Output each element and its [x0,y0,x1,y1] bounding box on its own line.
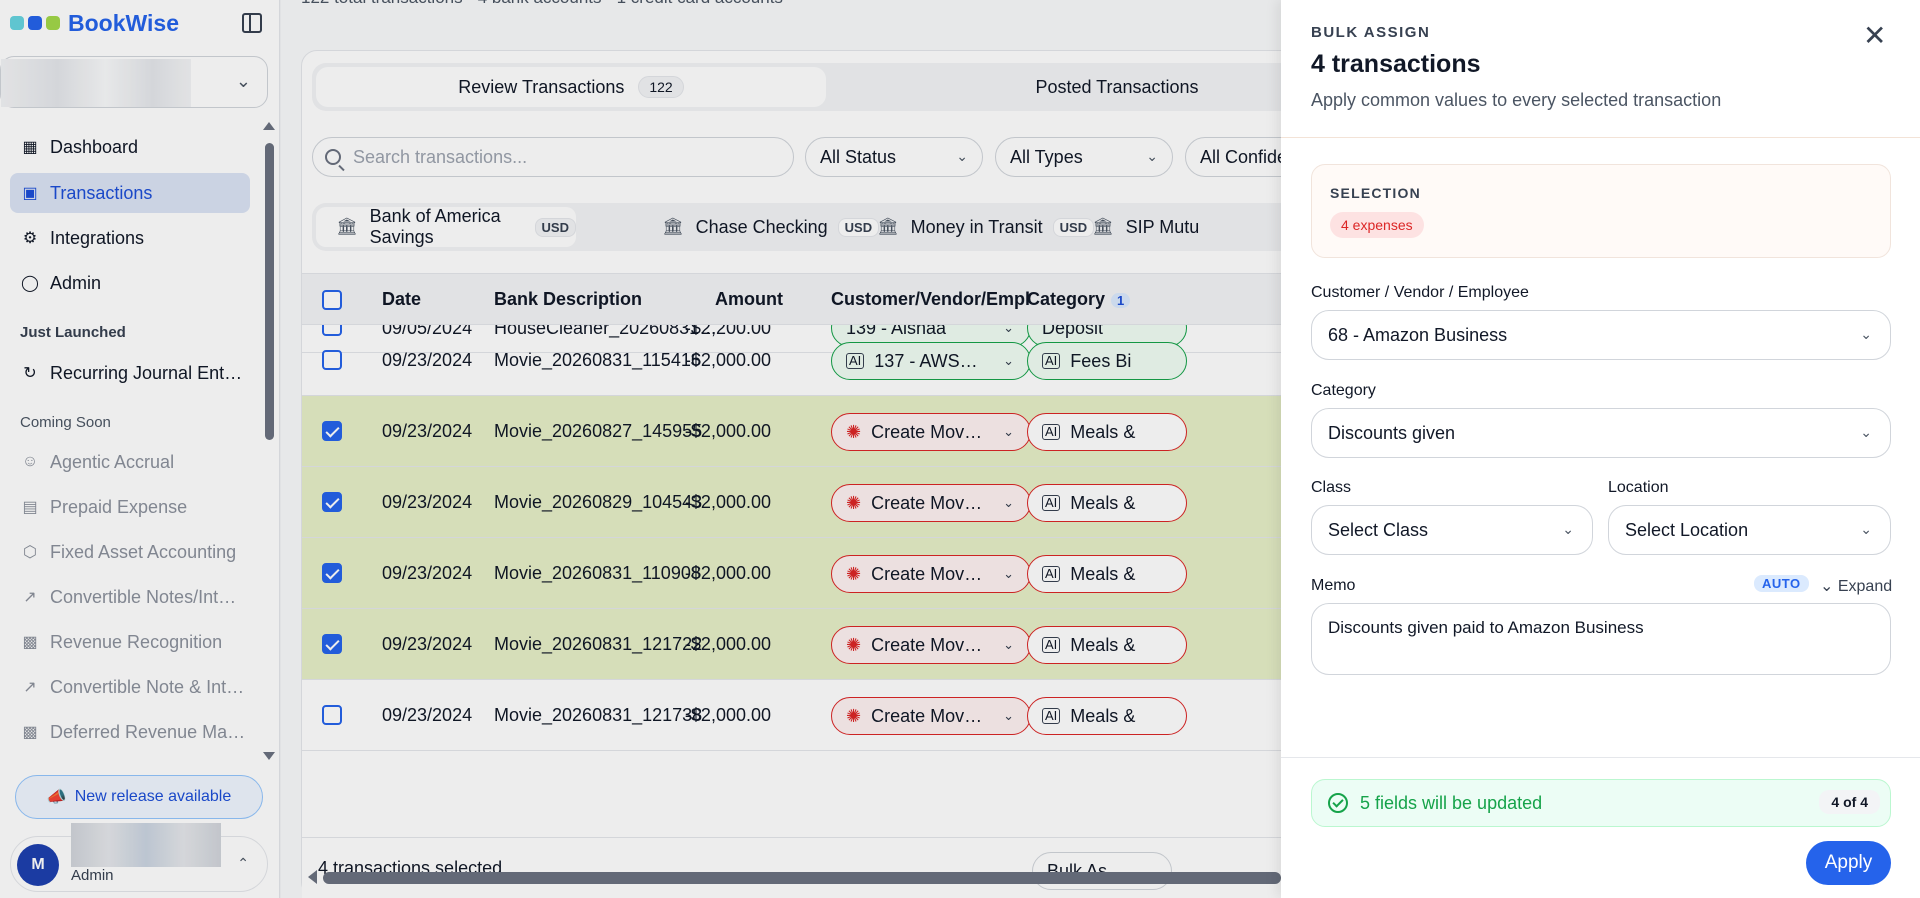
drawer-subtitle: Apply common values to every selected tr… [1311,90,1722,110]
auto-badge: AUTO [1754,575,1809,592]
vendor-field-label: Customer / Vendor / Employee [1311,284,1529,301]
update-count-badge: 4 of 4 [1819,790,1880,814]
chevron-down-icon: ⌄ [1860,424,1872,440]
class-select[interactable]: Select Class ⌄ [1311,505,1593,555]
category-select[interactable]: Discounts given ⌄ [1311,408,1891,458]
selection-summary: SELECTION 4 expenses [1311,164,1891,258]
chevron-down-icon: ⌄ [1860,521,1872,537]
location-select[interactable]: Select Location ⌄ [1608,505,1891,555]
memo-textarea[interactable]: Discounts given paid to Amazon Business [1311,603,1891,675]
chevron-down-icon: ⌄ [1860,326,1872,342]
location-field-label: Location [1608,479,1669,496]
close-icon[interactable]: ✕ [1863,22,1886,50]
bulk-assign-drawer: BULK ASSIGN 4 transactions Apply common … [1281,0,1920,898]
apply-button[interactable]: Apply [1806,841,1891,885]
header-divider [1281,137,1920,138]
chevron-down-icon: ⌄ [1820,578,1834,595]
footer-divider [1281,757,1920,758]
expand-memo-button[interactable]: ⌄ Expand [1820,576,1892,596]
drawer-title: 4 transactions [1311,50,1481,78]
category-field-label: Category [1311,382,1376,399]
modal-overlay[interactable] [0,0,1281,898]
memo-value: Discounts given paid to Amazon Business [1328,618,1644,637]
check-circle-icon [1328,793,1348,813]
expenses-badge: 4 expenses [1330,212,1424,238]
vendor-select[interactable]: 68 - Amazon Business ⌄ [1311,310,1891,360]
location-select-value: Select Location [1625,519,1749,540]
vendor-select-value: 68 - Amazon Business [1328,324,1508,345]
category-select-value: Discounts given [1328,422,1456,443]
class-field-label: Class [1311,479,1352,496]
update-summary: 5 fields will be updated 4 of 4 [1311,779,1891,827]
memo-field-label: Memo [1311,577,1356,594]
class-select-value: Select Class [1328,519,1429,540]
drawer-eyebrow: BULK ASSIGN [1311,24,1431,41]
selection-label: SELECTION [1330,185,1421,201]
expand-label: Expand [1837,578,1893,595]
chevron-down-icon: ⌄ [1562,521,1574,537]
update-text: 5 fields will be updated [1360,792,1543,813]
